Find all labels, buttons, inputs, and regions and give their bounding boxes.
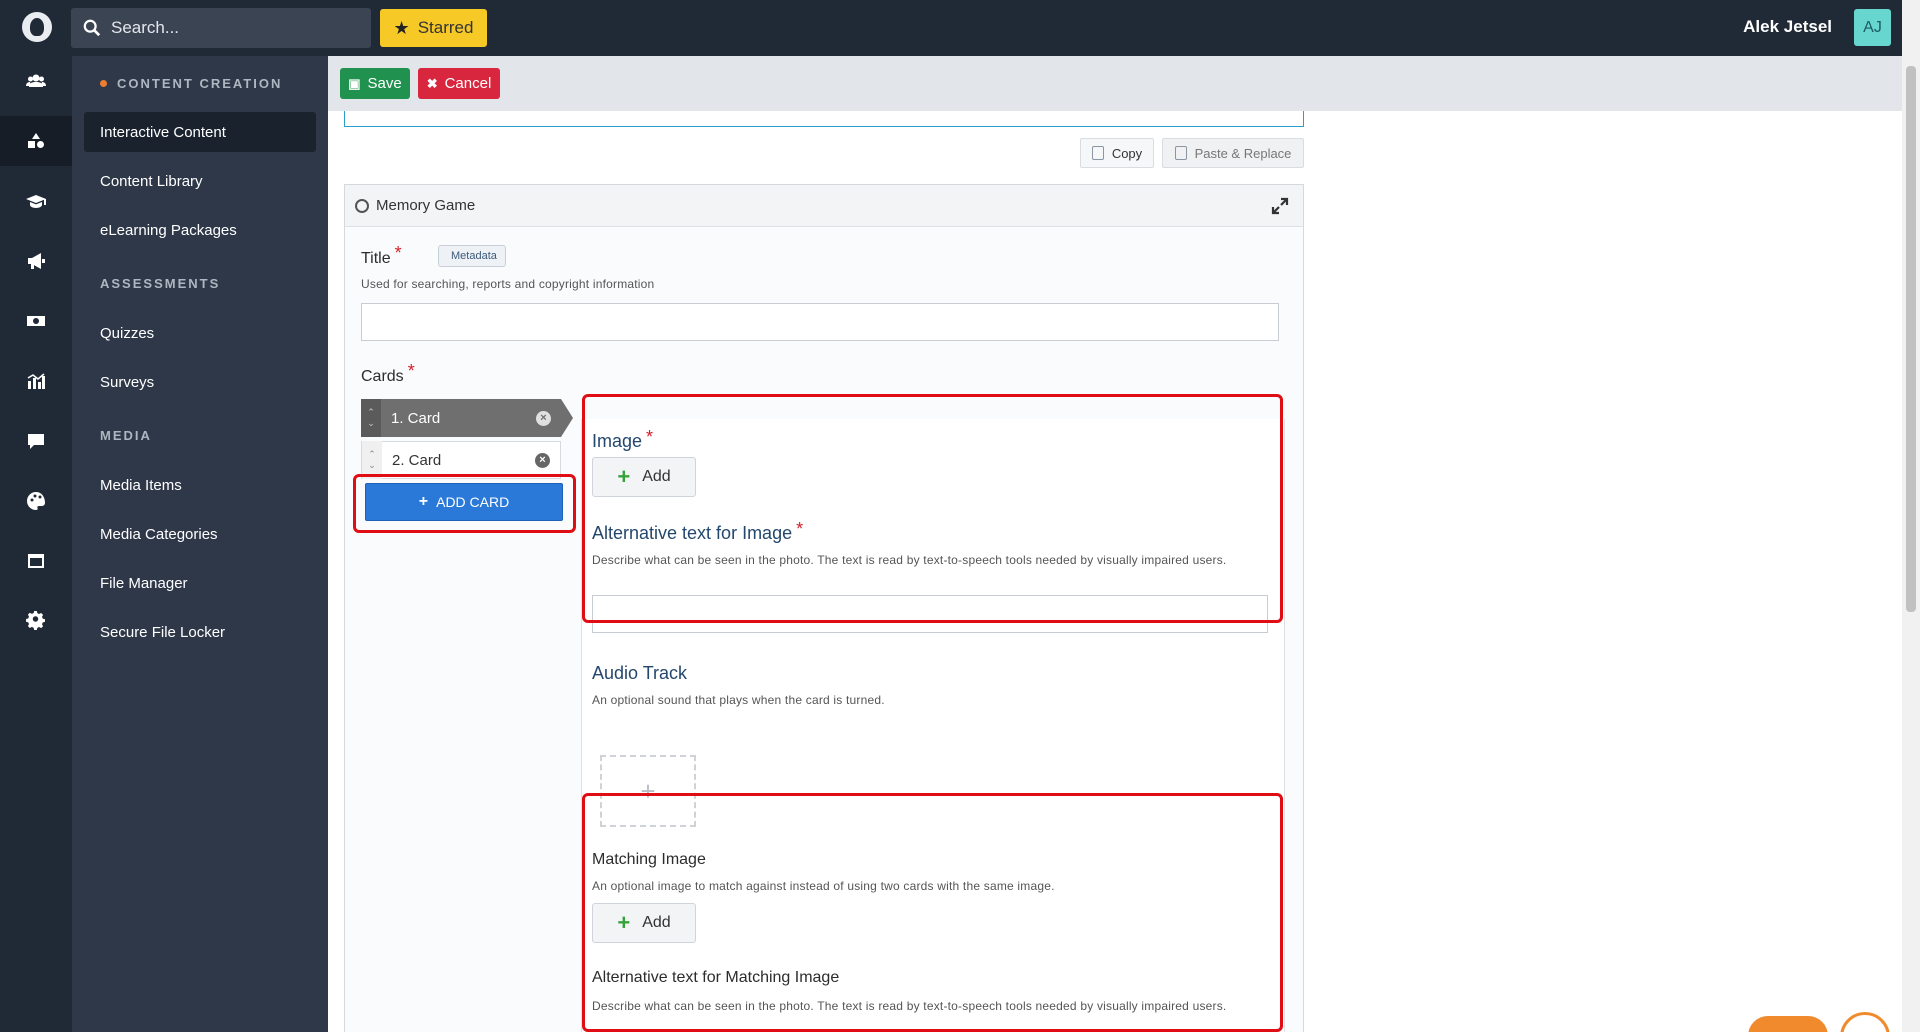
audio-track-description: An optional sound that plays when the ca… <box>592 693 885 707</box>
help-widget[interactable] <box>1748 1016 1828 1032</box>
add-matching-image-label: Add <box>642 914 671 931</box>
sidebar-item-content-library[interactable]: Content Library <box>84 161 316 201</box>
copy-icon <box>1091 146 1104 160</box>
sidebar-nav: CONTENT CREATION Interactive Content Con… <box>72 56 328 1032</box>
alt-text-image-label: Alternative text for Image * <box>592 519 804 543</box>
expand-icon[interactable] <box>1271 197 1289 215</box>
search-placeholder: Search... <box>111 18 180 37</box>
cancel-label: Cancel <box>444 75 492 92</box>
cards-label: Cards * <box>361 361 415 385</box>
alt-text-matching-label: Alternative text for Matching Image <box>592 969 840 986</box>
close-icon: ✖ <box>426 75 438 91</box>
card-tab-label: 1. Card <box>391 409 441 427</box>
required-mark: * <box>407 361 415 381</box>
add-card-button[interactable]: + ADD CARD <box>365 483 563 521</box>
sidebar-item-surveys[interactable]: Surveys <box>84 362 316 402</box>
alt-text-image-input[interactable] <box>592 595 1268 633</box>
card-fields: Image * + Add Alternative text for Image *… <box>581 419 1285 1032</box>
sidebar-item-secure-file-locker[interactable]: Secure File Locker <box>84 612 316 652</box>
users-icon[interactable] <box>0 56 72 106</box>
chat-icon[interactable] <box>0 416 72 466</box>
sidebar-item-media-items[interactable]: Media Items <box>84 465 316 505</box>
money-icon[interactable] <box>0 296 72 346</box>
memory-game-panel: Memory Game Title * Metadata Used for sea… <box>344 184 1304 1032</box>
card-tab-label: 2. Card <box>392 451 442 469</box>
save-button[interactable]: ▣ Save <box>340 68 410 99</box>
memory-game-icon <box>355 198 369 213</box>
icon-rail <box>0 56 72 1032</box>
plus-icon: + <box>418 493 429 510</box>
panel-title: Memory Game <box>376 197 476 214</box>
copy-label: Copy <box>1111 145 1143 161</box>
plus-icon: + <box>617 464 631 489</box>
image-label: Image * <box>592 427 654 451</box>
paste-icon <box>1174 146 1187 160</box>
search-input[interactable]: Search... <box>71 8 371 48</box>
graduation-cap-icon[interactable] <box>0 176 72 226</box>
sidebar-item-interactive-content[interactable]: Interactive Content <box>84 112 316 152</box>
top-bar: Search... ★ Starred Alek Jetsel AJ <box>0 0 1902 56</box>
required-mark: * <box>394 243 402 263</box>
nav-section-media: MEDIA <box>100 428 152 443</box>
nav-section-assessments: ASSESSMENTS <box>100 276 221 291</box>
sidebar-item-elearning-packages[interactable]: eLearning Packages <box>84 210 316 250</box>
paste-label: Paste & Replace <box>1194 145 1292 161</box>
card-tab-2[interactable]: ⌃ ⌄ 2. Card × <box>361 441 561 479</box>
required-mark: * <box>796 519 804 539</box>
scroll-thumb[interactable] <box>1906 66 1916 612</box>
cancel-button[interactable]: ✖ Cancel <box>418 68 500 99</box>
add-matching-image-button[interactable]: + Add <box>592 903 696 943</box>
add-card-label: ADD CARD <box>436 494 510 510</box>
audio-track-label: Audio Track <box>592 663 688 683</box>
title-description: Used for searching, reports and copyrigh… <box>361 277 655 291</box>
avatar[interactable]: AJ <box>1854 9 1891 46</box>
gear-icon[interactable] <box>0 596 72 646</box>
megaphone-icon[interactable] <box>0 236 72 286</box>
remove-card-icon[interactable]: × <box>536 410 551 426</box>
starred-label: Starred <box>417 18 474 37</box>
editor-frame-top <box>344 111 1304 127</box>
search-icon <box>83 19 101 37</box>
sidebar-item-media-categories[interactable]: Media Categories <box>84 514 316 554</box>
main-content: ▣ Save ✖ Cancel Copy Paste & Replace Mem… <box>328 56 1902 1032</box>
title-input[interactable] <box>361 303 1279 341</box>
add-image-button[interactable]: + Add <box>592 457 696 497</box>
add-image-label: Add <box>642 468 671 485</box>
matching-image-label: Matching Image <box>592 851 706 868</box>
shapes-icon[interactable] <box>0 116 72 166</box>
matching-image-description: An optional image to match against inste… <box>592 879 1055 893</box>
reorder-handle[interactable]: ⌃ ⌄ <box>361 399 381 437</box>
remove-card-icon[interactable]: × <box>535 452 550 468</box>
chart-icon[interactable] <box>0 356 72 406</box>
alt-text-matching-description: Describe what can be seen in the photo. … <box>592 999 1227 1013</box>
app-logo[interactable] <box>22 12 52 42</box>
sidebar-item-file-manager[interactable]: File Manager <box>84 563 316 603</box>
active-section-dot <box>100 80 107 88</box>
floppy-icon: ▣ <box>348 75 361 91</box>
title-label: Title * <box>361 243 402 267</box>
starred-button[interactable]: ★ Starred <box>380 9 487 47</box>
plus-icon: + <box>617 910 631 935</box>
user-name[interactable]: Alek Jetsel <box>1743 17 1832 37</box>
required-mark: * <box>646 427 654 447</box>
metadata-badge[interactable]: Metadata <box>438 245 506 267</box>
panel-header: Memory Game <box>345 185 1303 227</box>
reorder-handle[interactable]: ⌃ ⌄ <box>362 441 382 479</box>
card-tab-1[interactable]: ⌃ ⌄ 1. Card × <box>361 399 573 437</box>
paste-replace-button[interactable]: Paste & Replace <box>1162 138 1304 168</box>
action-toolbar: ▣ Save ✖ Cancel <box>328 56 1902 111</box>
palette-icon[interactable] <box>0 476 72 526</box>
star-icon: ★ <box>393 17 410 38</box>
page-scrollbar[interactable] <box>1902 0 1920 1032</box>
sidebar-item-quizzes[interactable]: Quizzes <box>84 313 316 353</box>
window-icon[interactable] <box>0 536 72 586</box>
nav-section-content-creation: CONTENT CREATION <box>100 76 282 91</box>
copy-button[interactable]: Copy <box>1080 138 1154 168</box>
add-audio-dropzone[interactable]: + <box>600 755 696 827</box>
alt-text-image-description: Describe what can be seen in the photo. … <box>592 553 1227 567</box>
save-label: Save <box>367 75 402 92</box>
